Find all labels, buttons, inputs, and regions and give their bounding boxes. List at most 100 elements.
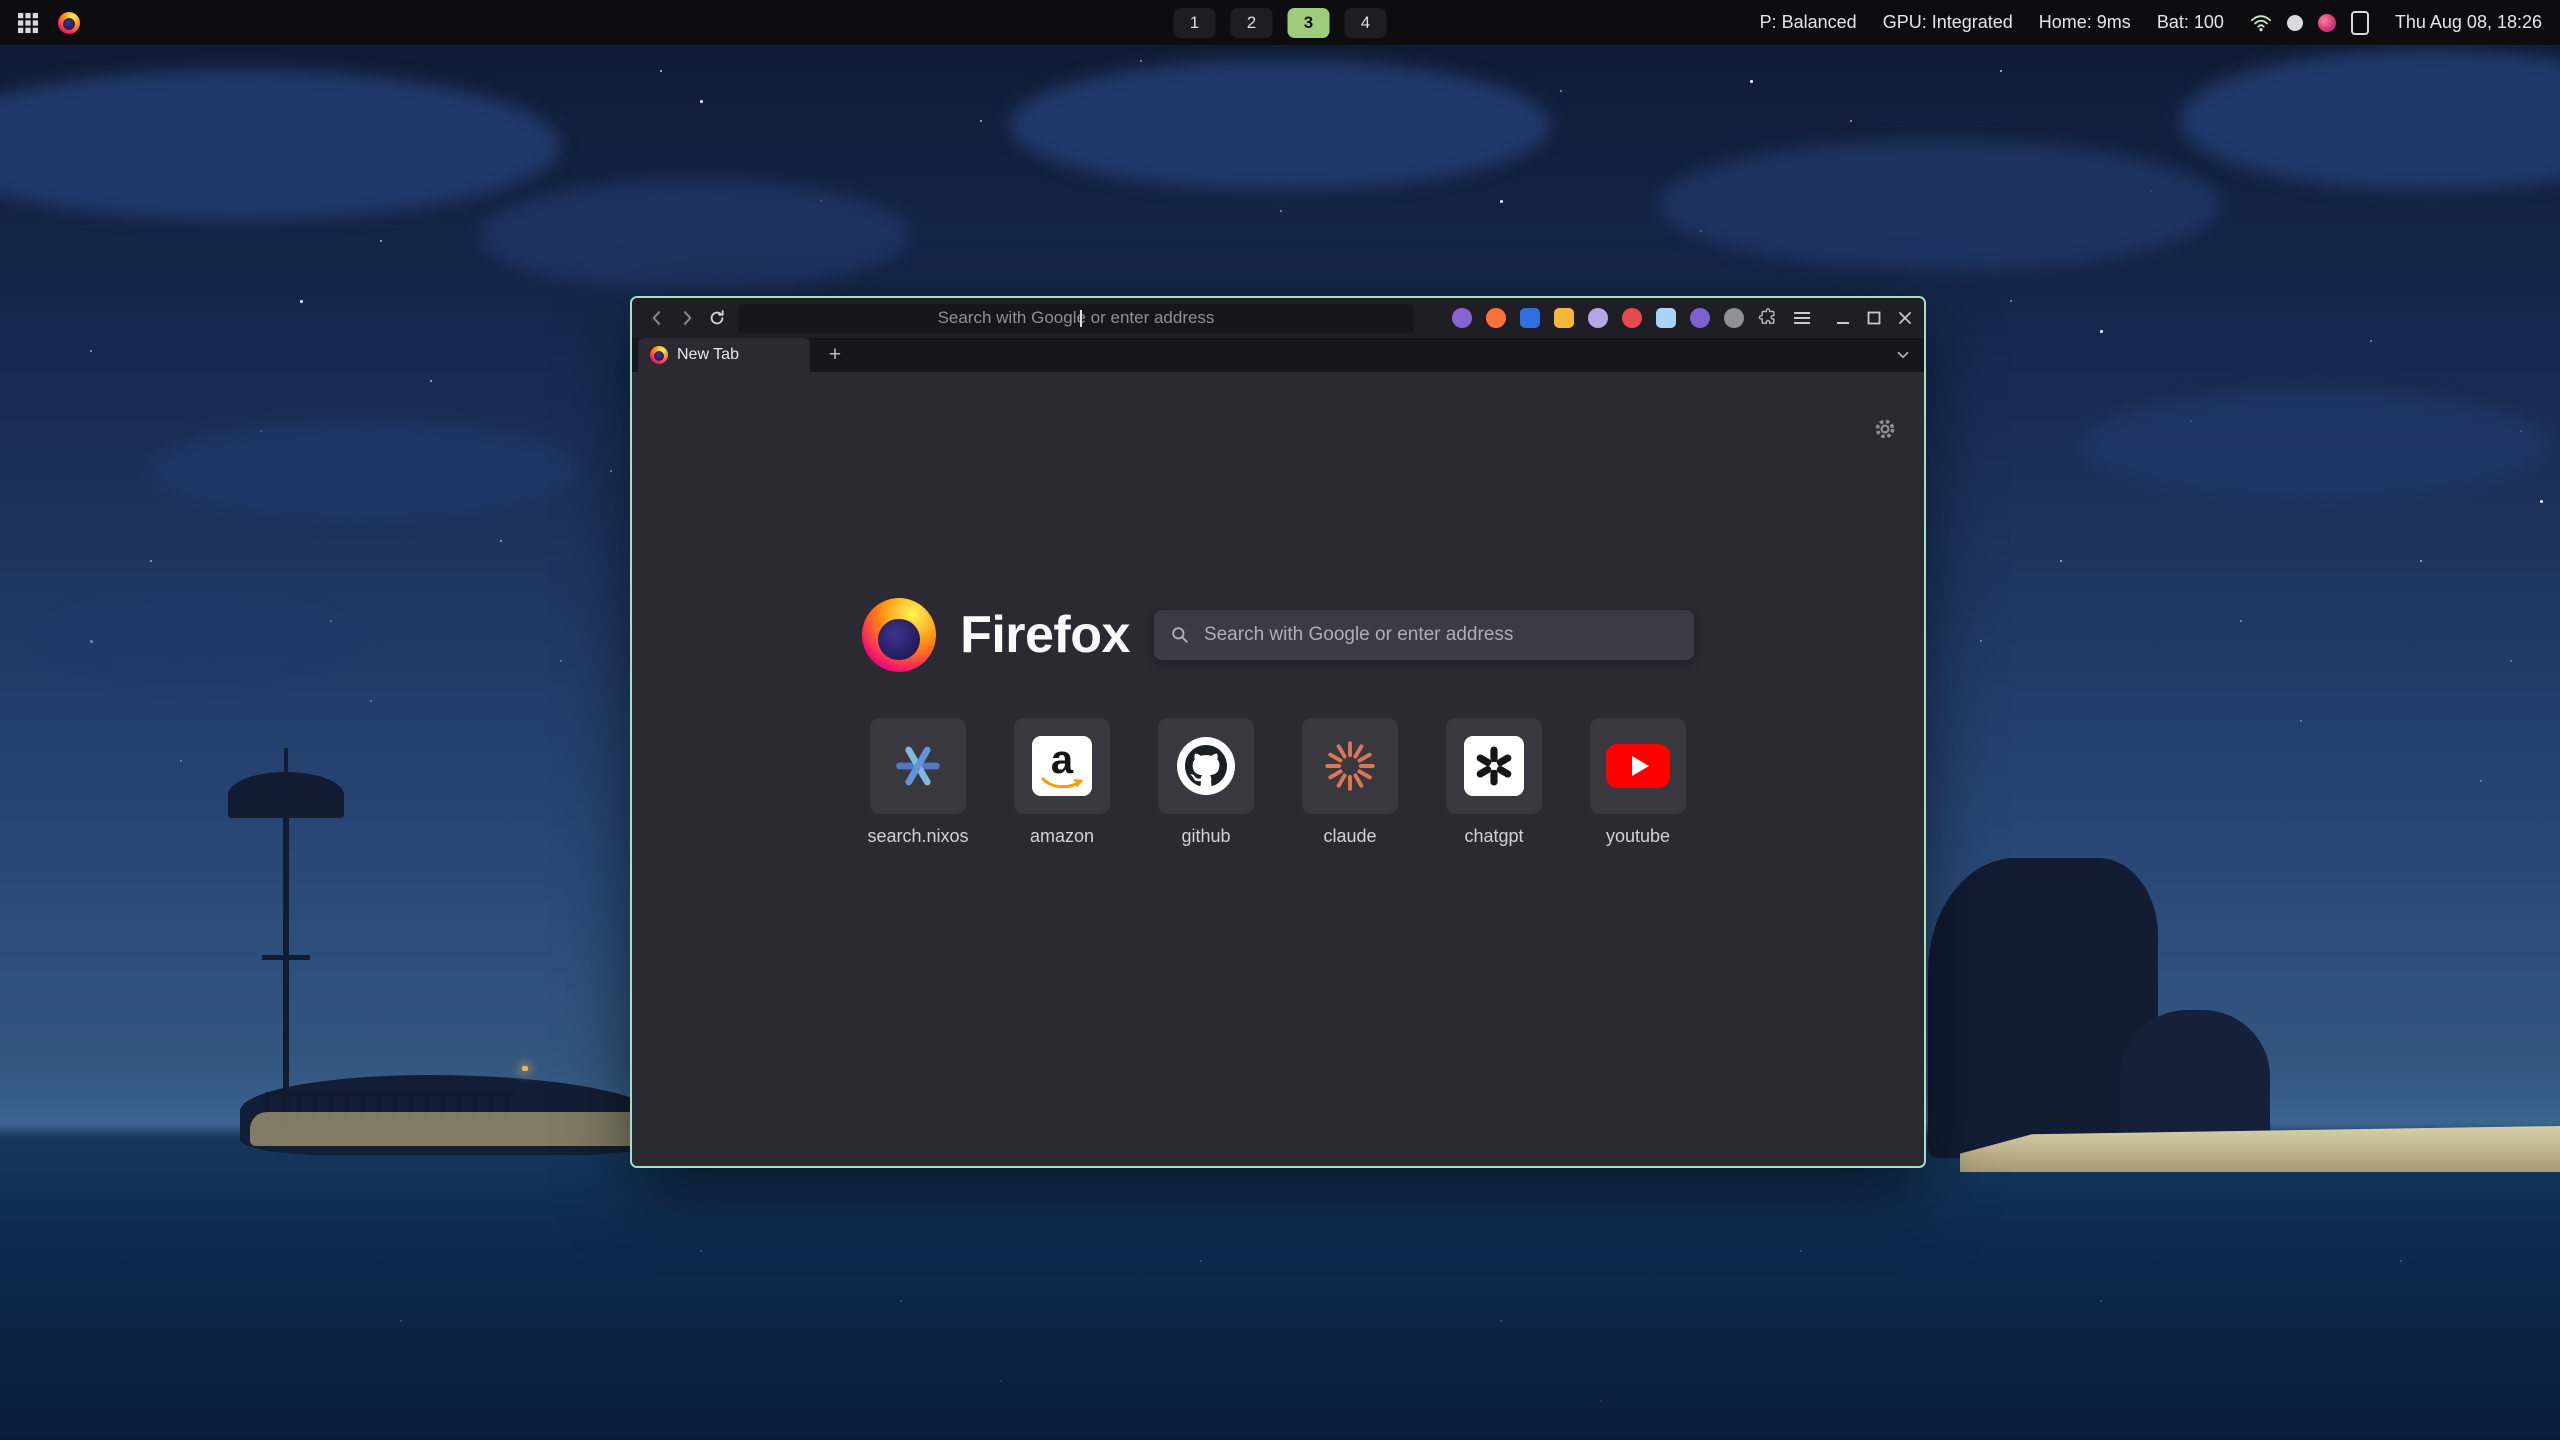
firefox-logo: [862, 598, 936, 672]
new-tab-button[interactable]: +: [822, 342, 848, 368]
search-icon: [1170, 625, 1190, 645]
extension-icon-7[interactable]: [1656, 308, 1676, 328]
close-button[interactable]: [1896, 309, 1914, 327]
home-ping-label: Home: 9ms: [2039, 12, 2131, 33]
cloud: [480, 180, 910, 290]
workspace-4[interactable]: 4: [1345, 8, 1387, 38]
tile-label: chatgpt: [1464, 826, 1523, 847]
tile[interactable]: [870, 718, 966, 814]
workspace-1[interactable]: 1: [1174, 8, 1216, 38]
play-triangle: [1632, 756, 1649, 776]
openai-knot-icon: [1464, 736, 1524, 796]
color-wheel-icon[interactable]: [2318, 14, 2336, 32]
tile-label: amazon: [1030, 826, 1094, 847]
workspace-switcher: 1 2 3 4: [1174, 8, 1387, 38]
extension-icon-1[interactable]: [1452, 308, 1472, 328]
tile[interactable]: [1446, 718, 1542, 814]
statusbar-right: P: Balanced GPU: Integrated Home: 9ms Ba…: [1760, 11, 2542, 35]
tab-new-tab[interactable]: New Tab: [638, 338, 810, 372]
tab-title: New Tab: [677, 346, 739, 364]
toolbar-right: [1452, 308, 1914, 328]
reload-button[interactable]: [702, 303, 732, 333]
shortcut-chatgpt[interactable]: chatgpt: [1446, 718, 1542, 847]
extension-icon-5[interactable]: [1588, 308, 1608, 328]
tile[interactable]: [1302, 718, 1398, 814]
firefox-icon[interactable]: [58, 12, 80, 34]
firefox-favicon: [650, 346, 668, 364]
workspace-2[interactable]: 2: [1231, 8, 1273, 38]
shortcut-search-nixos[interactable]: search.nixos: [870, 718, 966, 847]
text-caret: [1080, 310, 1082, 327]
apps-grid-icon[interactable]: [18, 13, 38, 33]
amazon-smile: [1040, 776, 1084, 790]
cloud: [1660, 140, 2220, 270]
firefox-window: New Tab + Firefox: [630, 296, 1926, 1168]
shortcut-youtube[interactable]: youtube: [1590, 718, 1686, 847]
watchtower-canopy: [228, 772, 344, 818]
cloud: [40, 600, 350, 680]
forward-button[interactable]: [672, 303, 702, 333]
url-bar[interactable]: [738, 304, 1414, 333]
statusbar-left: [18, 12, 80, 34]
amazon-icon: a: [1032, 736, 1092, 796]
tile[interactable]: [1590, 718, 1686, 814]
github-octocat-icon: [1177, 737, 1235, 795]
hamburger-menu-icon[interactable]: [1792, 308, 1812, 328]
extensions-puzzle-icon[interactable]: [1758, 308, 1778, 328]
claude-burst-icon: [1324, 740, 1376, 792]
browser-toolbar: [632, 298, 1924, 338]
system-tray: [2250, 11, 2369, 35]
watchtower-pole: [283, 800, 289, 1130]
youtube-play-icon: [1606, 744, 1670, 788]
gpu-label: GPU: Integrated: [1883, 12, 2013, 33]
maximize-button[interactable]: [1865, 309, 1883, 327]
shortcut-claude[interactable]: claude: [1302, 718, 1398, 847]
window-controls: [1834, 309, 1914, 327]
workspace-3-active[interactable]: 3: [1288, 8, 1330, 38]
amazon-letter: a: [1051, 744, 1073, 776]
extension-icon-3[interactable]: [1520, 308, 1540, 328]
battery-label: Bat: 100: [2157, 12, 2224, 33]
extension-icon-4[interactable]: [1554, 308, 1574, 328]
newtab-search-bar[interactable]: [1154, 610, 1694, 660]
tile-label: github: [1181, 826, 1230, 847]
extension-icon-8[interactable]: [1690, 308, 1710, 328]
back-button[interactable]: [642, 303, 672, 333]
extension-icon-9[interactable]: [1724, 308, 1744, 328]
extension-icon-6[interactable]: [1622, 308, 1642, 328]
tile[interactable]: [1158, 718, 1254, 814]
shortcut-tiles: search.nixos a amazon: [632, 718, 1924, 847]
cloud: [2080, 390, 2550, 500]
status-bar: 1 2 3 4 P: Balanced GPU: Integrated Home…: [0, 0, 2560, 45]
nixos-snowflake-icon: [893, 741, 943, 791]
desktop: 1 2 3 4 P: Balanced GPU: Integrated Home…: [0, 0, 2560, 1440]
bluetooth-icon[interactable]: [2287, 15, 2303, 31]
minimize-button[interactable]: [1834, 309, 1852, 327]
shortcut-github[interactable]: github: [1158, 718, 1254, 847]
shortcut-amazon[interactable]: a amazon: [1014, 718, 1110, 847]
cloud: [1010, 60, 1550, 190]
hut-light: [522, 1066, 528, 1071]
tile-label: youtube: [1606, 826, 1670, 847]
tile-label: claude: [1323, 826, 1376, 847]
cloud: [150, 420, 580, 520]
extension-icon-2[interactable]: [1486, 308, 1506, 328]
newtab-search-input[interactable]: [1202, 623, 1678, 647]
settings-gear-icon[interactable]: [1872, 416, 1898, 442]
watchtower-tip: [284, 748, 288, 776]
newtab-hero: Firefox: [632, 598, 1924, 672]
wifi-icon[interactable]: [2250, 13, 2272, 33]
firefox-wordmark: Firefox: [960, 605, 1130, 665]
clock-label: Thu Aug 08, 18:26: [2395, 12, 2542, 33]
url-input[interactable]: [738, 303, 1414, 334]
watchtower-platform: [262, 955, 310, 960]
new-tab-page: Firefox: [632, 372, 1924, 1166]
tablet-icon[interactable]: [2351, 11, 2369, 35]
tab-list-chevron-icon[interactable]: [1894, 346, 1912, 364]
tile-label: search.nixos: [867, 826, 968, 847]
cloud: [0, 70, 560, 220]
tile[interactable]: a: [1014, 718, 1110, 814]
tab-bar: New Tab +: [632, 338, 1924, 372]
power-profile-label: P: Balanced: [1760, 12, 1857, 33]
cloud: [2180, 50, 2560, 190]
